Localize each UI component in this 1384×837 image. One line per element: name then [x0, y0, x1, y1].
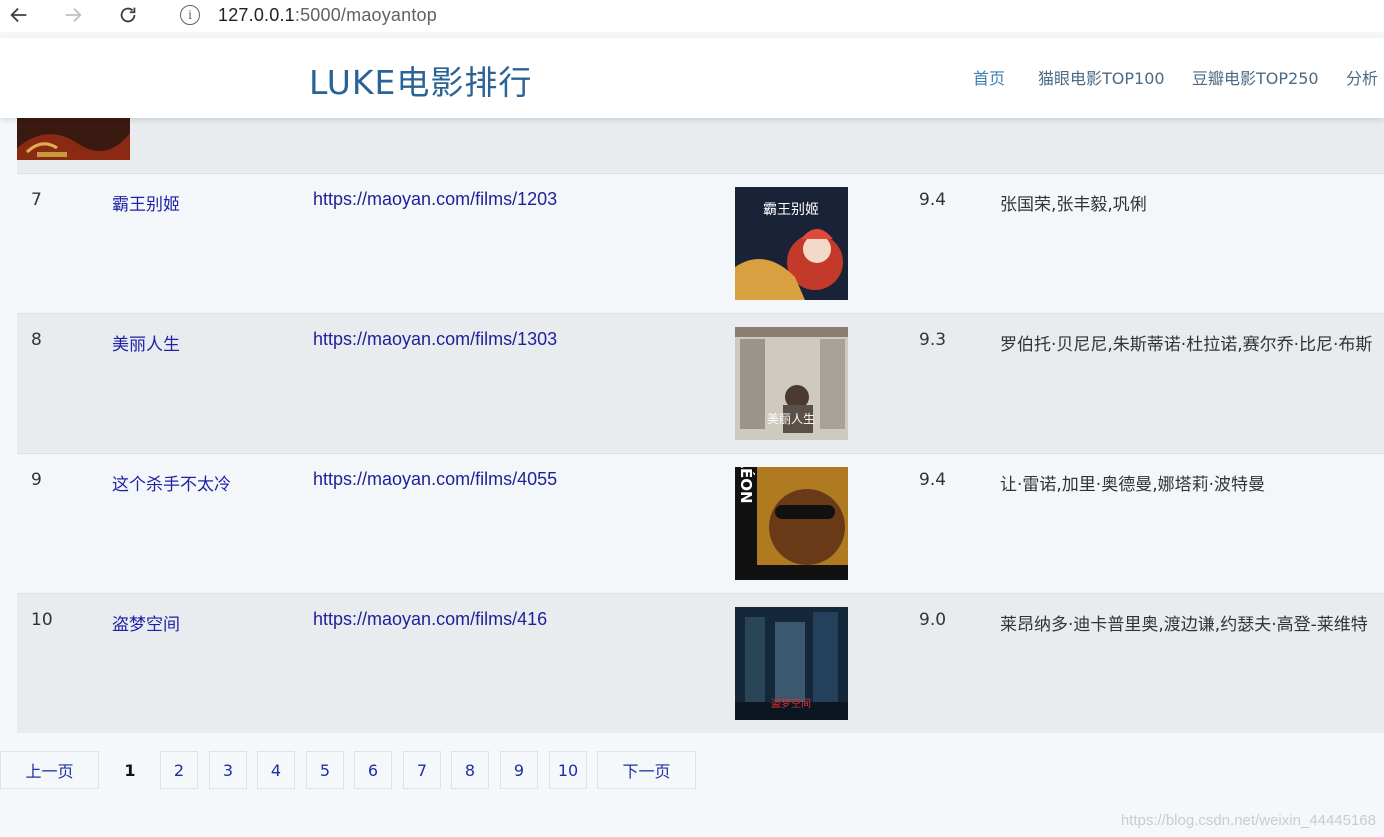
- actors-cell: 莱昂纳多·迪卡普里奥,渡边谦,约瑟夫·高登-莱维特: [1000, 615, 1368, 635]
- movie-title-link[interactable]: 盗梦空间: [112, 610, 180, 635]
- reload-icon: [120, 7, 136, 23]
- rank-cell: 10: [31, 610, 53, 630]
- table-row: 9 这个杀手不太冷 https://maoyan.com/films/4055 …: [17, 453, 1384, 593]
- movie-url-link[interactable]: https://maoyan.com/films/416: [313, 609, 547, 630]
- score-cell: 9.4: [919, 190, 947, 210]
- movie-poster: LÉON: [735, 467, 848, 580]
- watermark-text: https://blog.csdn.net/weixin_44445168: [1120, 812, 1376, 829]
- table-row-partial: [17, 118, 1384, 174]
- page-1-current: 1: [124, 760, 136, 780]
- actors-cell: 让·雷诺,加里·奥德曼,娜塔莉·波特曼: [1000, 475, 1266, 495]
- poster-title: LÉON: [737, 467, 756, 504]
- reload-button[interactable]: [115, 2, 141, 28]
- nav-douban-top250[interactable]: 豆瓣电影TOP250: [1192, 65, 1319, 89]
- browser-toolbar: i 127.0.0.1:5000/maoyantop: [0, 0, 1384, 32]
- movie-url-link[interactable]: https://maoyan.com/films/1203: [313, 189, 557, 210]
- rank-cell: 7: [31, 190, 42, 210]
- poster-title: 盗梦空间: [771, 697, 811, 710]
- next-page-button[interactable]: 下一页: [597, 751, 696, 789]
- page-8-button[interactable]: 8: [451, 751, 489, 789]
- movie-url-link[interactable]: https://maoyan.com/films/1303: [313, 329, 557, 350]
- back-button[interactable]: [6, 2, 32, 28]
- page-3-button[interactable]: 3: [209, 751, 247, 789]
- poster-title: 霸王别姬: [763, 202, 819, 218]
- movie-poster: [17, 118, 130, 160]
- page-10-button[interactable]: 10: [549, 751, 587, 789]
- movie-poster: 霸王别姬: [735, 187, 848, 300]
- movie-title-link[interactable]: 这个杀手不太冷: [112, 470, 231, 495]
- url-path: :5000/maoyantop: [294, 4, 437, 25]
- actors-cell: 罗伯托·贝尼尼,朱斯蒂诺·杜拉诺,赛尔乔·比尼·布斯: [1000, 335, 1373, 355]
- url-host: 127.0.0.1: [218, 4, 295, 25]
- page-2-button[interactable]: 2: [160, 751, 198, 789]
- nav-maoyan-top100[interactable]: 猫眼电影TOP100: [1038, 65, 1165, 89]
- movie-poster: 盗梦空间: [735, 607, 848, 720]
- table-row: 7 霸王别姬 https://maoyan.com/films/1203 霸王别…: [17, 173, 1384, 313]
- prev-page-button[interactable]: 上一页: [0, 751, 99, 789]
- address-bar[interactable]: i 127.0.0.1:5000/maoyantop: [164, 0, 1384, 30]
- table-row: 10 盗梦空间 https://maoyan.com/films/416 盗梦空…: [17, 593, 1384, 733]
- page-7-button[interactable]: 7: [403, 751, 441, 789]
- nav-home[interactable]: 首页: [973, 65, 1005, 89]
- score-cell: 9.4: [919, 470, 947, 490]
- movie-url-link[interactable]: https://maoyan.com/films/4055: [313, 469, 557, 490]
- table-row: 8 美丽人生 https://maoyan.com/films/1303 美丽人…: [17, 313, 1384, 453]
- arrow-left-icon: [10, 7, 27, 23]
- rank-cell: 8: [31, 330, 42, 350]
- score-cell: 9.3: [919, 330, 947, 350]
- actors-cell: 张国荣,张丰毅,巩俐: [1000, 195, 1147, 215]
- site-header: LUKE电影排行 首页 猫眼电影TOP100 豆瓣电影TOP250 分析: [0, 38, 1384, 118]
- score-cell: 9.0: [919, 610, 947, 630]
- site-brand[interactable]: LUKE电影排行: [309, 56, 532, 104]
- page-4-button[interactable]: 4: [257, 751, 295, 789]
- poster-title: 美丽人生: [767, 412, 815, 426]
- movie-title-link[interactable]: 霸王别姬: [112, 190, 180, 215]
- page-9-button[interactable]: 9: [500, 751, 538, 789]
- url-text[interactable]: 127.0.0.1:5000/maoyantop: [218, 5, 437, 26]
- arrow-right-icon: [65, 7, 82, 23]
- movie-title-link[interactable]: 美丽人生: [112, 330, 180, 355]
- page-6-button[interactable]: 6: [354, 751, 392, 789]
- forward-button[interactable]: [60, 2, 86, 28]
- info-icon[interactable]: i: [180, 5, 200, 25]
- page-5-button[interactable]: 5: [306, 751, 344, 789]
- movie-poster: 美丽人生: [735, 327, 848, 440]
- rank-cell: 9: [31, 470, 42, 490]
- nav-analysis[interactable]: 分析: [1346, 65, 1378, 89]
